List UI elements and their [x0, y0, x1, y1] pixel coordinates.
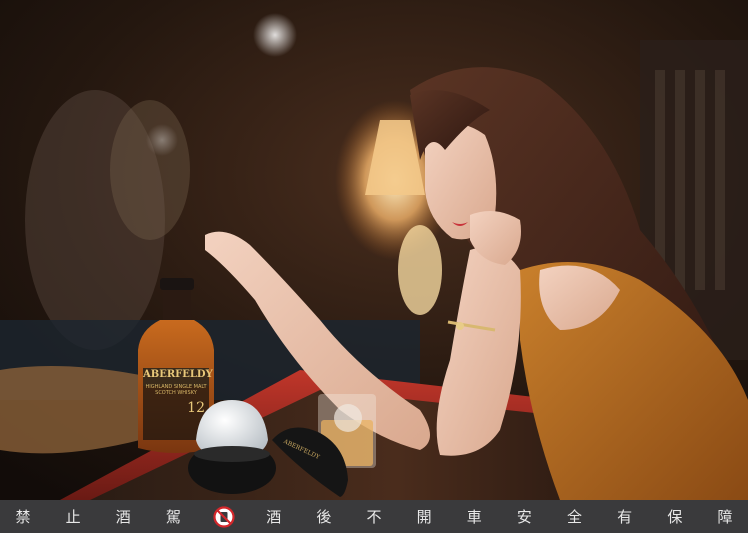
warning-char: 障: [717, 508, 733, 526]
bottle-age: 12: [187, 400, 205, 416]
no-drinking-icon: [212, 505, 235, 528]
ad-image: ABERFELDY HIGHLAND SINGLE MALT SCOTCH WH…: [0, 0, 748, 533]
warning-char: 駕: [165, 508, 181, 526]
warning-char: 有: [617, 508, 633, 526]
warning-char: 安: [516, 508, 532, 526]
bottle-brand: ABERFELDY: [143, 369, 213, 380]
bar-scene-photo: [0, 0, 748, 500]
warning-char: 酒: [115, 508, 131, 526]
warning-char: 後: [316, 508, 332, 526]
warning-char: 保: [667, 508, 683, 526]
warning-char: 酒: [266, 508, 282, 526]
bottle-line2: SCOTCH WHISKY: [155, 390, 197, 396]
warning-char: 止: [65, 508, 81, 526]
bottle-label: ABERFELDY HIGHLAND SINGLE MALT SCOTCH WH…: [143, 369, 213, 416]
warning-char: 不: [366, 508, 382, 526]
warning-char: 禁: [15, 508, 31, 526]
warning-char: 車: [466, 508, 482, 526]
warning-char: 全: [567, 508, 583, 526]
drink-driving-warning-bar: 禁 止 酒 駕 酒 後 不 開 車 安 全 有 保 障: [0, 500, 748, 533]
warning-char: 開: [416, 508, 432, 526]
